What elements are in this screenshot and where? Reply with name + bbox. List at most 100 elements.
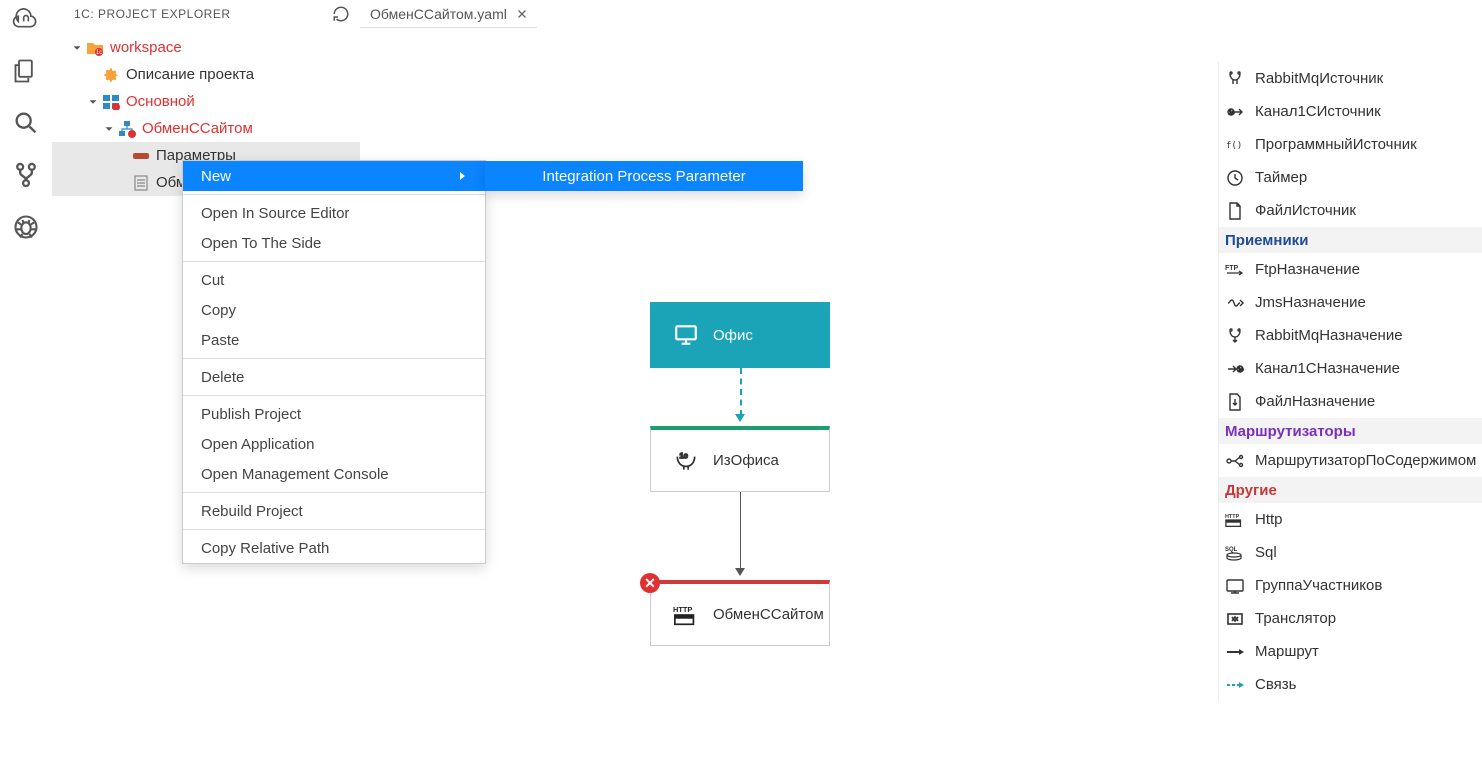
tree-label: Описание проекта [126,66,254,83]
svg-text:1c: 1c [680,450,688,459]
menu-item-delete[interactable]: Delete [183,362,485,392]
palette-item[interactable]: МаршрутизаторПоСодержимом [1219,444,1482,477]
jms-icon [1225,293,1245,313]
files-icon[interactable] [9,54,43,88]
tree-label: ОбменССайтом [142,120,253,137]
tab-file[interactable]: ОбменССайтом.yaml [360,0,537,28]
palette-item[interactable]: FTPFtpНазначение [1219,253,1482,286]
diagram-node-exchange[interactable]: ✕ HTTP ОбменССайтом [650,580,830,646]
palette-section-receivers: Приемники [1219,227,1482,253]
menu-item-copy-path[interactable]: Copy Relative Path [183,533,485,563]
logo-icon[interactable] [9,2,43,36]
process-icon [118,120,136,138]
palette-item[interactable]: 1cКанал1СИсточник [1219,95,1482,128]
menu-item-open-source[interactable]: Open In Source Editor [183,198,485,228]
menu-item-open-console[interactable]: Open Management Console [183,459,485,489]
palette-item[interactable]: Маршрут [1219,635,1482,668]
menu-item-open-side[interactable]: Open To The Side [183,228,485,258]
tree-label: workspace [110,39,182,56]
channel-1c-icon: 1c [1225,102,1245,122]
context-menu: New Integration Process Parameter Open I… [182,160,486,564]
menu-item-publish[interactable]: Publish Project [183,399,485,429]
svg-text:FTP: FTP [1225,265,1239,272]
tab-bar: ОбменССайтом.yaml [360,0,537,28]
palette-item[interactable]: Транслятор [1219,602,1482,635]
palette-item[interactable]: HTTPHttp [1219,503,1482,536]
palette-item[interactable]: Связь [1219,668,1482,701]
menu-item-new[interactable]: New Integration Process Parameter [183,161,485,191]
monitor-icon [673,322,699,348]
error-badge-icon: ✕ [640,573,660,593]
source-1c-icon: 1c [673,448,699,474]
menu-item-paste[interactable]: Paste [183,325,485,355]
menu-item-copy[interactable]: Copy [183,295,485,325]
palette-item[interactable]: RabbitMqНазначение [1219,319,1482,352]
palette-item[interactable]: JmsНазначение [1219,286,1482,319]
code-icon: f() [1225,135,1245,155]
node-label: ОбменССайтом [713,606,824,623]
channel-1c-dest-icon: 1c [1225,359,1245,379]
explorer-header: 1C: PROJECT EXPLORER [52,0,360,28]
svg-text:1c: 1c [1238,367,1244,373]
menu-item-rebuild[interactable]: Rebuild Project [183,496,485,526]
file-icon [132,174,150,192]
svg-text:1c: 1c [1229,110,1235,116]
menu-item-cut[interactable]: Cut [183,265,485,295]
separator [183,395,485,396]
edge-solid [740,492,741,570]
explorer-title: 1C: PROJECT EXPLORER [74,7,230,21]
diagram-node-office[interactable]: Офис [650,302,830,368]
palette-item[interactable]: f()ПрограммныйИсточник [1219,128,1482,161]
submenu: Integration Process Parameter [485,161,803,191]
svg-text:1c: 1c [96,50,102,56]
tree-item-workspace[interactable]: 1c workspace [52,34,360,61]
tree-item-exchange[interactable]: ОбменССайтом [52,115,360,142]
palette-item[interactable]: ФайлНазначение [1219,385,1482,418]
svg-text:HTTP: HTTP [673,605,692,614]
folder-icon: 1c [86,39,104,57]
palette: RabbitMqИсточник 1cКанал1СИсточник f()Пр… [1218,62,1482,701]
clock-icon [1225,168,1245,188]
http-icon: HTTP [1225,510,1245,530]
close-icon[interactable] [515,7,529,21]
activity-bar [0,0,52,779]
file-dest-icon [1225,392,1245,412]
menu-item-open-app[interactable]: Open Application [183,429,485,459]
chevron-down-icon [102,122,116,136]
separator [183,194,485,195]
chevron-right-icon [457,171,467,181]
tree-label: Основной [126,93,195,110]
diagram-node-from-office[interactable]: 1c ИзОфиса [650,426,830,492]
arrow-icon [735,414,745,422]
palette-item[interactable]: Таймер [1219,161,1482,194]
sql-icon: SQL [1225,543,1245,563]
palette-item[interactable]: 1cКанал1СНазначение [1219,352,1482,385]
palette-item[interactable]: RabbitMqИсточник [1219,62,1482,95]
refresh-icon[interactable] [332,5,350,23]
chevron-down-icon [70,41,84,55]
file-source-icon [1225,201,1245,221]
palette-item[interactable]: ФайлИсточник [1219,194,1482,227]
group-icon [1225,576,1245,596]
svg-text:f(): f() [1226,141,1242,151]
separator [183,529,485,530]
rabbitmq-dest-icon [1225,326,1245,346]
tree-item-main[interactable]: Основной [52,88,360,115]
debug-icon[interactable] [9,210,43,244]
params-icon [132,147,150,165]
router-icon [1225,451,1245,471]
diagram-canvas[interactable]: Офис 1c ИзОфиса ✕ HTTP ОбменССайтом [360,28,1218,779]
palette-item[interactable]: SQLSql [1219,536,1482,569]
node-label: Офис [713,327,753,344]
rabbitmq-icon [1225,69,1245,89]
edge-dashed [740,368,742,416]
tree-item-project-desc[interactable]: Описание проекта [52,61,360,88]
arrow-icon [735,568,745,576]
route-icon [1225,642,1245,662]
submenu-item-parameter[interactable]: Integration Process Parameter [485,161,803,191]
node-label: ИзОфиса [713,452,779,469]
search-icon[interactable] [9,106,43,140]
palette-item[interactable]: ГруппаУчастников [1219,569,1482,602]
source-control-icon[interactable] [9,158,43,192]
separator [183,492,485,493]
